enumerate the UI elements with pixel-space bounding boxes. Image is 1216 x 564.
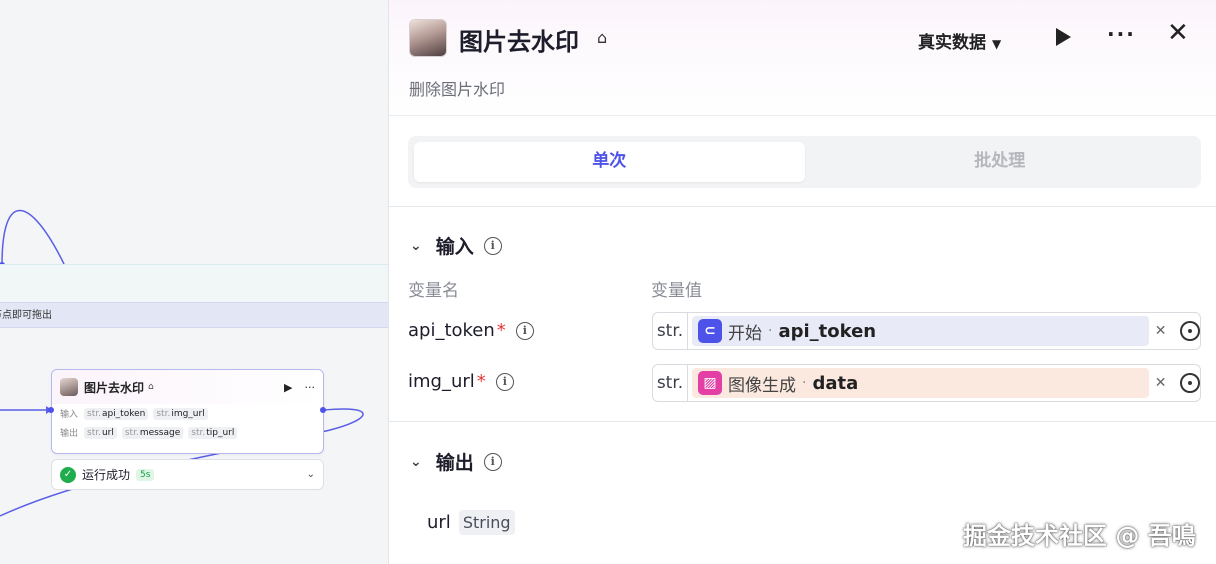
store-icon: ⌂ [597, 28, 608, 47]
variable-picker-icon[interactable] [1180, 321, 1200, 341]
node-inputs-row: 输入 str.api_token str.img_url [52, 404, 323, 423]
workflow-node-watermark[interactable]: 图片去水印 ⌂ ▶ ··· 输入 str.api_token str.img_u… [51, 369, 324, 454]
ref-source-node: 开始 [727, 323, 762, 344]
run-mode-tabs: 单次 批处理 [408, 136, 1201, 188]
node-output-tag: str.url [84, 426, 117, 439]
info-icon[interactable]: i [515, 321, 534, 340]
var-label-api-token: api_token * i [408, 320, 534, 341]
data-mode-label: 真实数据 [918, 33, 986, 53]
var-type-label: str. [653, 313, 688, 349]
chevron-down-icon[interactable]: ⌄ [410, 238, 422, 254]
workflow-canvas[interactable]: 拖拽节点即可拖出 图片去水印 ⌂ ▶ ··· 输入 str.api_token … [0, 0, 388, 564]
var-value-field-api-token[interactable]: str. ⊂ 开始 · api_token ✕ [652, 312, 1201, 350]
output-type-badge: String [458, 510, 515, 535]
node-output-tag: str.tip_url [188, 426, 238, 439]
node-input-label: 输入 [60, 410, 79, 420]
chevron-down-icon[interactable]: ⌄ [307, 469, 315, 480]
section-divider [388, 421, 1216, 422]
node-group-area [0, 264, 388, 302]
output-section-header[interactable]: ⌄ 输出 i [410, 448, 502, 475]
data-mode-dropdown[interactable]: 真实数据 ▼ [918, 28, 1001, 53]
node-header: 图片去水印 ⌂ ▶ ··· [52, 370, 323, 404]
node-run-icon[interactable]: ▶ [284, 381, 292, 394]
var-reference-chip[interactable]: ⊂ 开始 · api_token [691, 316, 1149, 346]
section-divider [388, 206, 1216, 207]
drag-hint-text: 拖拽节点即可拖出 [0, 310, 52, 321]
store-icon: ⌂ [148, 382, 154, 392]
clear-icon[interactable]: ✕ [1155, 375, 1167, 391]
var-value-field-img-url[interactable]: str. ▨ 图像生成 · data ✕ [652, 364, 1201, 402]
image-gen-icon: ▨ [697, 371, 722, 395]
tab-single[interactable]: 单次 [414, 142, 805, 182]
success-check-icon: ✓ [60, 466, 76, 483]
ref-separator: · [767, 323, 773, 339]
input-section-title: 输入 [435, 236, 474, 258]
var-name: img_url [408, 371, 475, 392]
output-section-title: 输出 [435, 452, 474, 474]
var-type-label: str. [653, 365, 688, 401]
input-section-header[interactable]: ⌄ 输入 i [410, 232, 502, 259]
close-icon[interactable]: ✕ [1167, 18, 1189, 48]
var-label-img-url: img_url * i [408, 371, 514, 392]
node-output-tag: str.message [121, 426, 184, 439]
chevron-down-icon[interactable]: ⌄ [410, 454, 422, 470]
ref-variable: api_token [778, 320, 877, 342]
node-output-label: 输出 [60, 429, 79, 439]
ref-source-node: 图像生成 [727, 375, 796, 396]
node-more-icon[interactable]: ··· [305, 381, 316, 394]
watermark-text: 掘金技术社区 @ 吾鳴 [963, 522, 1196, 550]
node-input-tag: str.api_token [84, 407, 149, 420]
required-mark: * [496, 320, 506, 341]
drag-hint-bar: 拖拽节点即可拖出 [0, 302, 388, 328]
info-icon[interactable]: i [495, 372, 514, 391]
run-play-icon[interactable] [1056, 28, 1071, 46]
info-icon[interactable]: i [483, 236, 502, 255]
start-node-icon: ⊂ [697, 319, 722, 343]
output-name: url [427, 512, 451, 533]
variable-picker-icon[interactable] [1180, 373, 1200, 393]
run-status-text: 运行成功 [82, 468, 131, 482]
var-name: api_token [408, 320, 495, 341]
caret-down-icon: ▼ [992, 37, 1002, 51]
column-header-name: 变量名 [408, 281, 459, 301]
clear-icon[interactable]: ✕ [1155, 323, 1167, 339]
panel-description: 删除图片水印 [409, 80, 506, 99]
ref-separator: · [801, 375, 807, 391]
node-title: 图片去水印 [84, 380, 145, 395]
panel-title: 图片去水印 [459, 28, 579, 56]
ref-variable: data [812, 372, 859, 394]
run-status-bar[interactable]: ✓ 运行成功 5s ⌄ [51, 459, 324, 490]
node-test-panel: 图片去水印 ⌂ 删除图片水印 真实数据 ▼ ··· ✕ [388, 0, 1216, 564]
info-icon[interactable]: i [483, 452, 502, 471]
required-mark: * [476, 371, 486, 392]
column-header-value: 变量值 [651, 281, 702, 301]
output-item: url String [427, 510, 515, 535]
panel-header: 图片去水印 ⌂ 删除图片水印 真实数据 ▼ ··· ✕ [389, 0, 1216, 116]
tab-batch[interactable]: 批处理 [805, 142, 1196, 182]
run-duration-badge: 5s [136, 468, 155, 481]
edge-top-loop [1, 209, 65, 266]
node-outputs-row: 输出 str.url str.message str.tip_url [52, 423, 323, 442]
more-icon[interactable]: ··· [1107, 22, 1136, 46]
node-input-tag: str.img_url [153, 407, 208, 420]
var-reference-chip[interactable]: ▨ 图像生成 · data [691, 368, 1149, 398]
node-output-port[interactable] [320, 407, 326, 413]
node-avatar [60, 378, 78, 396]
node-input-port[interactable] [48, 407, 54, 413]
plugin-avatar [409, 19, 447, 57]
